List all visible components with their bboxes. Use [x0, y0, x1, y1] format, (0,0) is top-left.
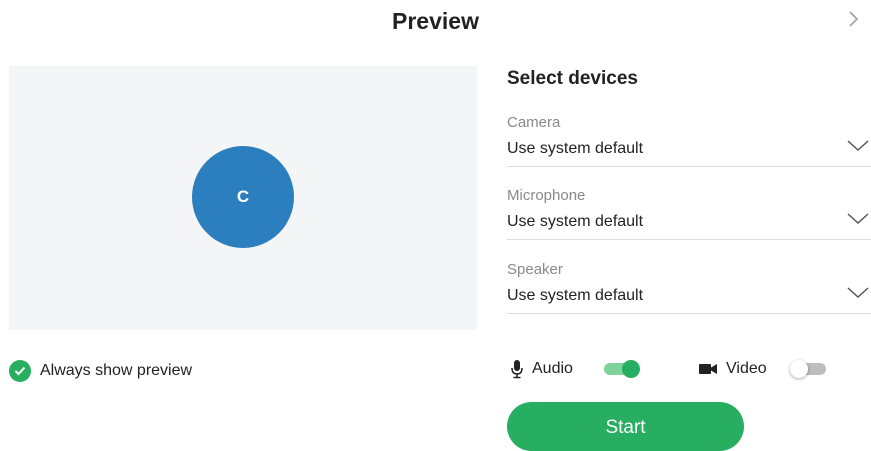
audio-control: Audio — [510, 356, 573, 382]
audio-label: Audio — [532, 360, 573, 377]
audio-toggle[interactable] — [604, 360, 640, 378]
check-circle-icon — [9, 360, 31, 382]
chevron-down-icon — [847, 287, 869, 298]
video-toggle[interactable] — [790, 360, 828, 378]
camera-label: Camera — [507, 114, 561, 131]
select-devices-heading: Select devices — [507, 68, 638, 89]
camera-select[interactable]: Use system default — [507, 134, 871, 166]
chevron-down-icon — [847, 213, 869, 224]
video-preview-area: C — [9, 66, 477, 330]
microphone-select[interactable]: Use system default — [507, 207, 871, 239]
speaker-select[interactable]: Use system default — [507, 281, 871, 313]
chevron-down-icon — [847, 140, 869, 151]
video-camera-icon — [699, 364, 717, 374]
dialog-title: Preview — [392, 8, 479, 34]
camera-select-value: Use system default — [507, 140, 644, 157]
video-label: Video — [726, 360, 767, 377]
audio-video-controls: Audio Video — [510, 356, 840, 382]
microphone-label: Microphone — [507, 187, 586, 204]
microphone-select-value: Use system default — [507, 213, 644, 230]
speaker-select-value: Use system default — [507, 287, 644, 304]
speaker-device-group: Speaker Use system default — [507, 259, 871, 314]
close-button[interactable] — [843, 8, 865, 30]
chevron-right-icon — [849, 11, 859, 27]
speaker-label: Speaker — [507, 261, 563, 278]
always-show-preview-label: Always show preview — [40, 362, 193, 379]
always-show-preview-checkbox[interactable]: Always show preview — [9, 360, 192, 382]
camera-device-group: Camera Use system default — [507, 112, 871, 167]
start-button[interactable]: Start — [507, 402, 744, 451]
microphone-icon — [511, 360, 523, 379]
video-control: Video — [698, 356, 767, 382]
microphone-device-group: Microphone Use system default — [507, 185, 871, 240]
preview-dialog: Preview C Always show preview Select dev… — [0, 0, 871, 451]
avatar: C — [192, 146, 294, 248]
